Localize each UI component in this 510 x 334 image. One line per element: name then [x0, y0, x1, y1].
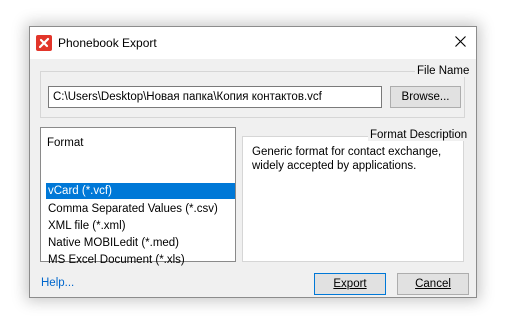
format-item-xml[interactable]: XML file (*.xml) — [46, 218, 235, 234]
window-title: Phonebook Export — [58, 36, 157, 50]
title-bar[interactable]: Phonebook Export — [30, 27, 476, 59]
format-item-med[interactable]: Native MOBILedit (*.med) — [46, 235, 235, 251]
file-name-label: File Name — [415, 65, 472, 77]
help-link[interactable]: Help... — [41, 277, 74, 289]
cancel-button[interactable]: Cancel — [397, 273, 469, 295]
format-description-text: Generic format for contact exchange, wid… — [252, 146, 442, 172]
cancel-button-label: Cancel — [415, 278, 451, 290]
mobiledit-app-icon — [36, 35, 52, 51]
browse-button-label: Browse... — [401, 91, 450, 103]
file-path-field[interactable] — [48, 86, 382, 108]
format-list[interactable]: Format vCard (*.vcf) Comma Separated Val… — [40, 127, 236, 266]
phonebook-export-dialog: Phonebook Export File Name Browse... For… — [29, 26, 477, 298]
export-button[interactable]: Export — [314, 273, 386, 295]
format-item-xls[interactable]: MS Excel Document (*.xls) — [46, 252, 235, 268]
export-button-label: Export — [333, 278, 367, 290]
format-list-header: Format — [47, 137, 84, 149]
format-description-label: Format Description — [368, 129, 470, 141]
close-button[interactable] — [444, 27, 476, 59]
close-icon — [454, 36, 466, 50]
format-item-csv[interactable]: Comma Separated Values (*.csv) — [46, 201, 235, 217]
format-item-vcard[interactable]: vCard (*.vcf) — [46, 183, 235, 199]
browse-button[interactable]: Browse... — [390, 86, 461, 108]
